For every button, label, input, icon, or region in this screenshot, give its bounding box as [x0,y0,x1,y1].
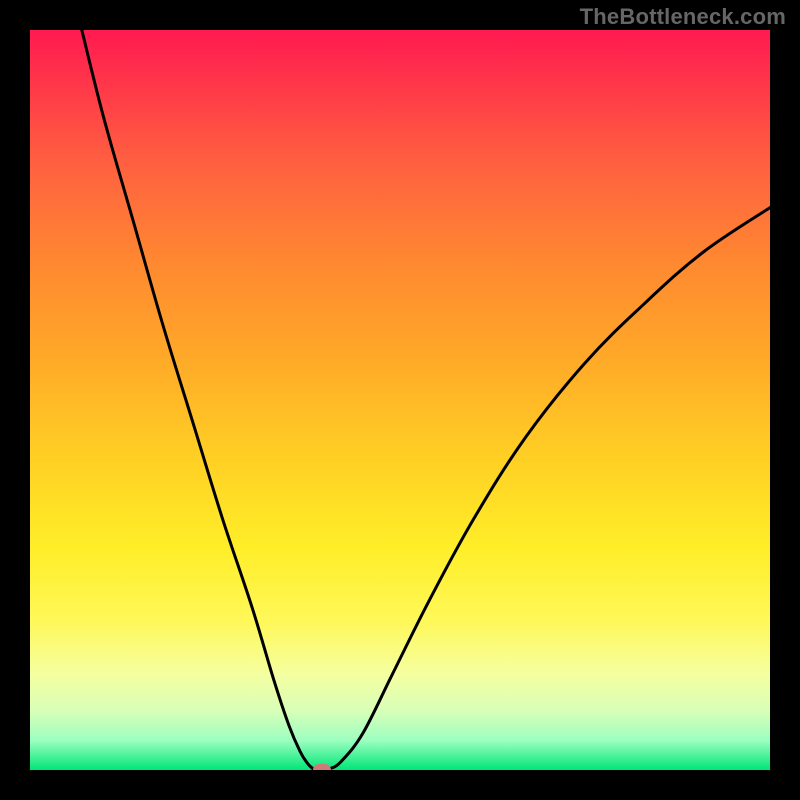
curve-right [330,208,770,769]
watermark-text: TheBottleneck.com [580,4,786,30]
chart-frame: TheBottleneck.com [0,0,800,800]
plot-area [30,30,770,770]
curve-svg [30,30,770,770]
curve-left [82,30,313,769]
sweet-spot-marker [313,764,331,770]
